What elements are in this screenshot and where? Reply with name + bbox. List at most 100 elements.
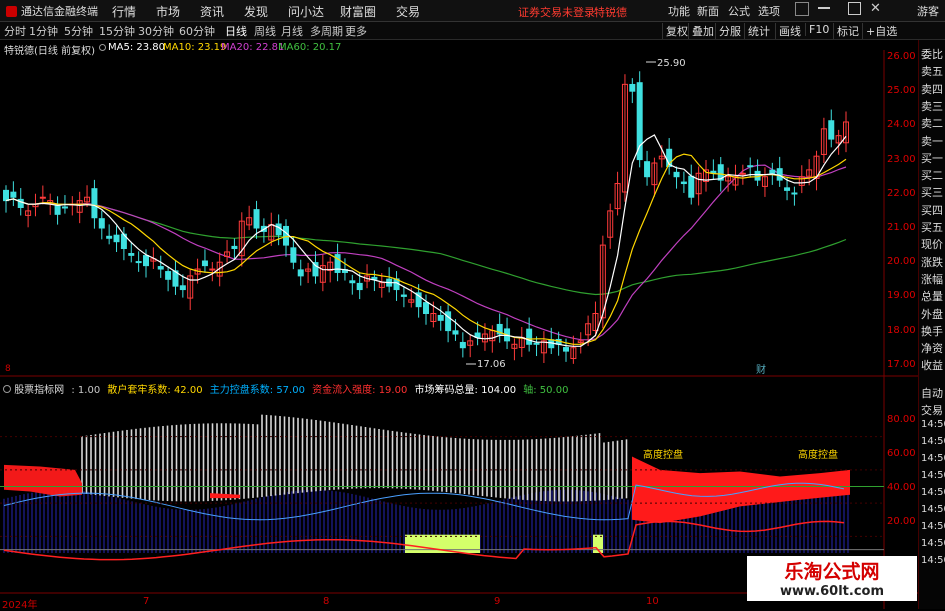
side-bottom-5: 14:50 (921, 470, 945, 481)
price-ytick: 19.00 (887, 290, 916, 302)
side-bottom-7: 14:50 (921, 504, 945, 515)
close-icon[interactable]: ✕ (870, 1, 881, 16)
side-bottom-6: 14:50 (921, 487, 945, 498)
side-label-3: 卖三 (921, 99, 943, 113)
side-bottom-1: 交易 (921, 404, 943, 417)
indicator-chip-total: 市场筹码总量: 104.00 (414, 385, 517, 396)
tab-multi-period[interactable]: 多周期 (310, 23, 343, 39)
split-button[interactable]: 分服 (715, 23, 744, 39)
price-ytick: 24.00 (887, 119, 916, 131)
price-ytick: 22.00 (887, 187, 916, 199)
tab-more[interactable]: 更多 (345, 23, 367, 39)
price-ytick: 23.00 (887, 153, 916, 165)
tab-intraday[interactable]: 分时 (4, 23, 26, 39)
menu-bar: 通达信金融终端 行情 市场 资讯 发现 问小达 财富圈 交易 证券交易未登录 特… (0, 0, 945, 22)
event-marker-left: 8 (5, 364, 11, 374)
menu-new-page[interactable]: 新面 (697, 3, 719, 19)
menu-discover[interactable]: 发现 (244, 3, 268, 20)
low-price-label: 17.06 (477, 359, 506, 370)
price-ytick: 18.00 (887, 324, 916, 336)
x-label-10: 10 (646, 596, 659, 607)
event-marker: 财 (756, 363, 766, 376)
price-ytick: 26.00 (887, 51, 916, 62)
f10-button[interactable]: F10 (805, 23, 832, 36)
restore-rights-button[interactable]: 复权 (662, 23, 691, 39)
overlay-button[interactable]: 叠加 (688, 23, 717, 39)
statistics-button[interactable]: 统计 (744, 23, 773, 39)
side-label-2: 卖四 (921, 82, 943, 96)
app-title: 通达信金融终端 (21, 5, 98, 18)
indicator-retail-trapped: 散户套牢系数: 42.00 (107, 385, 203, 396)
side-label-7: 买二 (921, 169, 943, 183)
app-logo-icon (6, 5, 17, 17)
indicator-fund-inflow: 资金流入强度: 19.00 (312, 385, 408, 396)
indicator-name: 股票指标网 (14, 385, 65, 396)
draw-line-button[interactable]: 画线 (775, 23, 804, 39)
mark-button[interactable]: 标记 (833, 23, 862, 39)
tab-monthly[interactable]: 月线 (281, 23, 303, 39)
x-label-7: 7 (143, 596, 150, 607)
tab-60min[interactable]: 60分钟 (179, 23, 215, 39)
ind-ytick-20: 20.00 (887, 516, 916, 527)
tab-daily[interactable]: 日线 (225, 23, 247, 39)
minimize-icon[interactable] (818, 7, 830, 9)
watermark: 乐淘公式网 www.60lt.com (747, 556, 917, 601)
high-control-annotation-1: 高度控盘 (643, 450, 683, 461)
side-bottom-3: 14:50 (921, 436, 945, 447)
side-label-12: 涨跌 (921, 255, 943, 269)
menu-news[interactable]: 资讯 (200, 3, 224, 20)
tab-1min[interactable]: 1分钟 (29, 23, 58, 39)
price-ytick: 17.00 (887, 358, 916, 370)
side-bottom-0: 自动 (921, 387, 943, 400)
side-bottom-2: 14:50 (921, 419, 945, 430)
indicator-axis: 轴: 50.00 (523, 385, 569, 396)
app-brand: 通达信金融终端 (6, 3, 98, 19)
price-ytick: 21.00 (887, 222, 916, 233)
price-ytick: 25.00 (887, 85, 916, 97)
side-label-0: 委比 (921, 48, 943, 61)
side-bottom-10: 14:50 (921, 555, 945, 566)
indicator-main-control: 主力控盘系数: 57.00 (209, 385, 305, 396)
price-ytick: 20.00 (887, 256, 916, 268)
login-status[interactable]: 证券交易未登录 (518, 4, 595, 20)
menu-ask[interactable]: 问小达 (288, 3, 324, 20)
menu-options[interactable]: 选项 (758, 3, 780, 19)
guest-label[interactable]: 游客 (917, 3, 939, 19)
side-label-1: 卖五 (921, 65, 943, 79)
menu-wealth[interactable]: 财富圈 (340, 3, 376, 20)
ind-ytick-40: 40.00 (887, 482, 916, 493)
side-label-11: 现价 (921, 238, 943, 252)
stock-name-notice: 特锐德 (594, 6, 627, 19)
maximize-icon[interactable] (848, 2, 861, 15)
side-bottom-9: 14:50 (921, 538, 945, 549)
side-label-15: 外盘 (921, 307, 943, 321)
window-restore-icon[interactable] (795, 2, 809, 16)
chart-canvas: 25.90 17.06 财 8 (0, 50, 919, 609)
add-watchlist-button[interactable]: +自选 (862, 23, 900, 39)
menu-function[interactable]: 功能 (668, 3, 690, 19)
high-price-label: 25.90 (657, 58, 686, 69)
side-bottom-8: 14:50 (921, 521, 945, 532)
tab-15min[interactable]: 15分钟 (99, 23, 135, 39)
menu-market[interactable]: 市场 (156, 3, 180, 20)
side-label-13: 涨幅 (921, 272, 943, 286)
x-label-9: 9 (494, 596, 501, 607)
menu-trade[interactable]: 交易 (396, 3, 420, 20)
ind-ytick-60: 60.00 (887, 448, 916, 459)
side-label-18: 收益 (921, 359, 943, 373)
menu-quotes[interactable]: 行情 (112, 3, 136, 20)
quote-side-panel: 委比 卖五 卖四 卖三 卖二 卖一 买一 买二 买三 买四 买五 现价 涨跌 涨幅 总量 外盘 换手 净资 收益 自动… (918, 40, 945, 609)
candlesticks (3, 71, 849, 364)
menu-formula[interactable]: 公式 (728, 3, 750, 19)
tab-5min[interactable]: 5分钟 (64, 23, 93, 39)
tab-weekly[interactable]: 周线 (254, 23, 276, 39)
side-label-14: 总量 (921, 290, 943, 304)
indicator-header: 股票指标网 : 1.00 散户套牢系数: 42.00 主力控盘系数: 57.00… (3, 381, 568, 396)
high-control-annotation-2: 高度控盘 (798, 450, 838, 461)
indicator-value-1: : 1.00 (71, 385, 101, 396)
tab-30min[interactable]: 30分钟 (138, 23, 174, 39)
indicator-settings-icon[interactable] (3, 385, 11, 393)
x-label-8: 8 (323, 596, 330, 607)
side-label-16: 换手 (921, 324, 943, 338)
side-label-6: 买一 (921, 151, 943, 165)
